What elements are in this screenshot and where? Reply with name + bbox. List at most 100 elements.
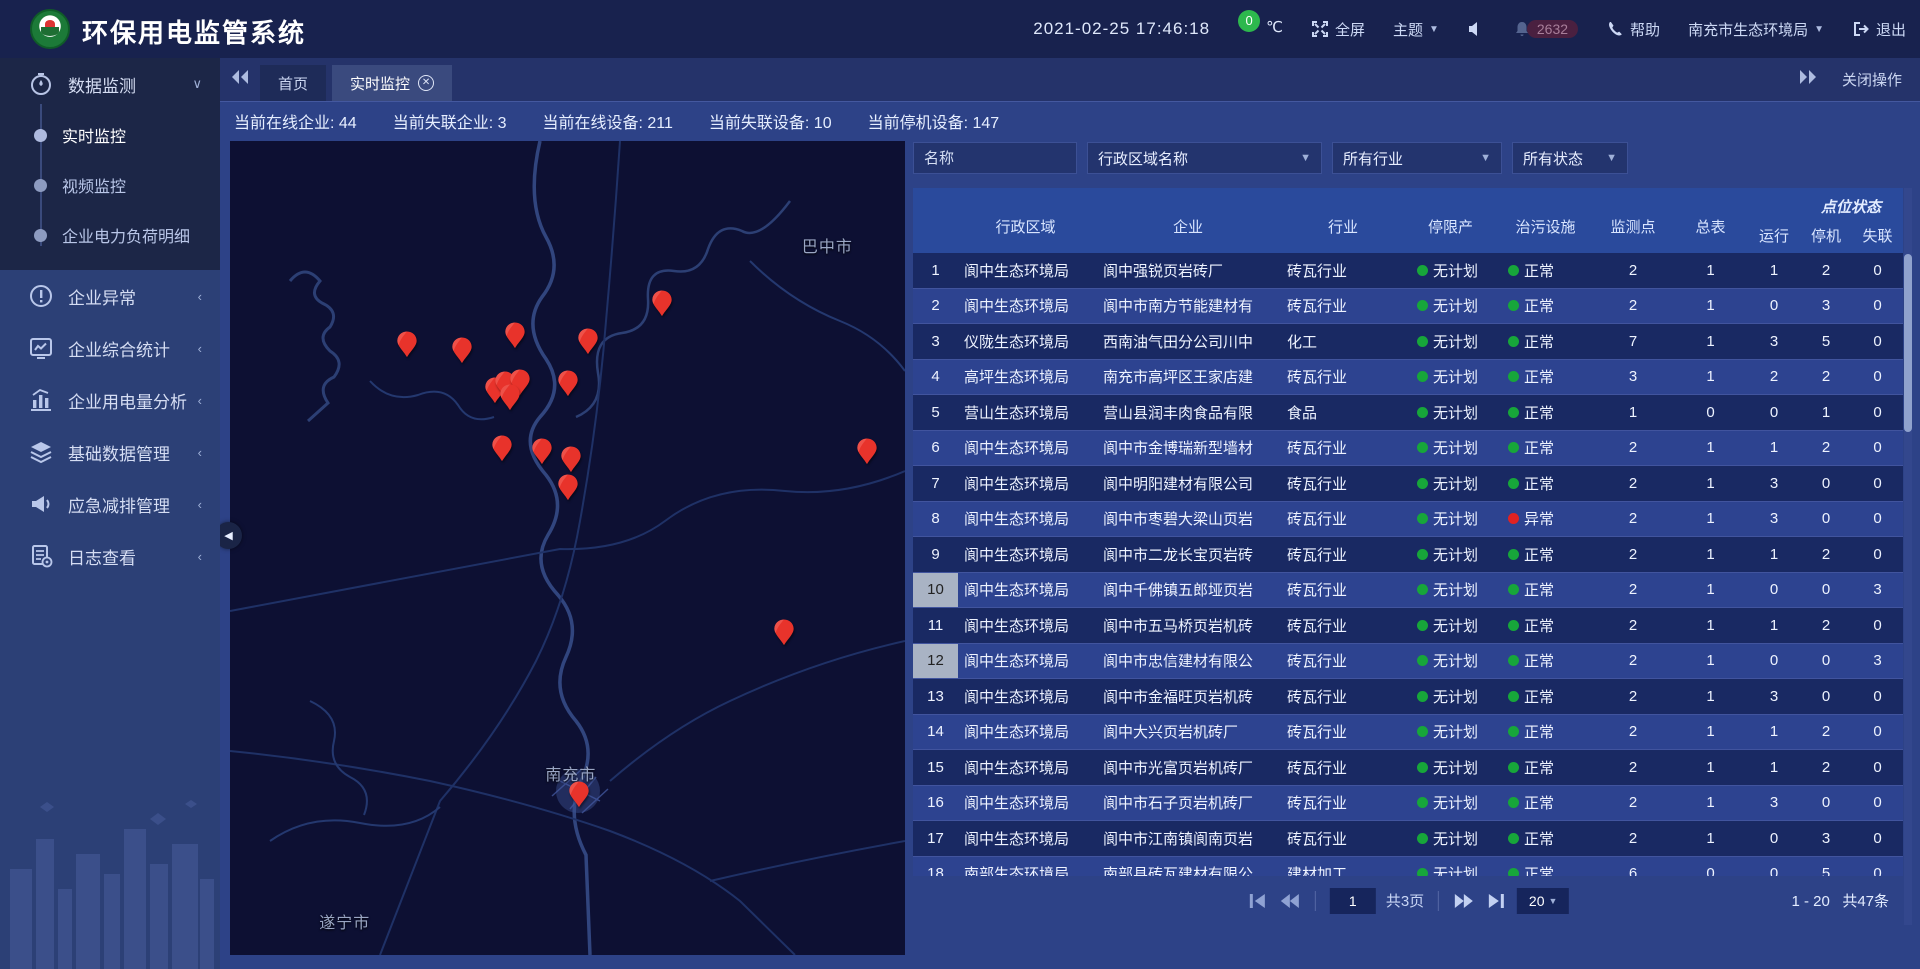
exit-button[interactable]: 退出 <box>1852 19 1906 40</box>
table-row[interactable]: 7阆中生态环境局阆中明阳建材有限公司砖瓦行业无计划正常21300 <box>913 466 1903 502</box>
tab-close-icon[interactable]: ✕ <box>418 75 434 91</box>
sidebar-item-1[interactable]: 企业异常‹ <box>0 270 220 322</box>
map-pin-1[interactable] <box>449 336 475 366</box>
map-city-label: 遂宁市 <box>319 909 370 933</box>
map-pin-0[interactable] <box>394 331 420 361</box>
notifications[interactable]: 2632 <box>1513 20 1578 38</box>
cell-company: 阆中市忠信建材有限公 <box>1093 650 1283 671</box>
scrollbar-thumb[interactable] <box>1904 254 1912 432</box>
cell-run: 3 <box>1748 794 1800 811</box>
cell-region: 阆中生态环境局 <box>958 473 1093 494</box>
next-page-button[interactable] <box>1453 893 1475 909</box>
tab-1[interactable]: 实时监控✕ <box>332 65 452 101</box>
status-dot-icon <box>1417 833 1428 844</box>
chevron-down-icon: ▼ <box>1429 24 1439 35</box>
table-row[interactable]: 8阆中生态环境局阆中市枣碧大梁山页岩砖瓦行业无计划异常21300 <box>913 502 1903 538</box>
help-button[interactable]: 帮助 <box>1606 19 1660 40</box>
map-pin-12[interactable] <box>558 446 584 476</box>
cell-industry: 砖瓦行业 <box>1283 792 1403 813</box>
table-row[interactable]: 3仪陇生态环境局西南油气田分公司川中化工无计划正常71350 <box>913 324 1903 360</box>
cell-limit-status: 无计划 <box>1403 366 1498 387</box>
region-filter-select[interactable]: 行政区域名称 ▼ <box>1087 142 1322 174</box>
map-panel[interactable]: 巴中市南充市遂宁市 <box>230 141 905 955</box>
table-row[interactable]: 17阆中生态环境局阆中市江南镇阆南页岩砖瓦行业无计划正常21030 <box>913 821 1903 857</box>
table-row[interactable]: 18南部生态环境局南部县砖瓦建材有限公建材加工无计划正常60050 <box>913 857 1903 877</box>
status-dot-icon <box>1417 336 1428 347</box>
map-pin-2[interactable] <box>502 322 528 352</box>
tabs-scroll-left-button[interactable] <box>220 57 260 101</box>
notification-count-badge: 2632 <box>1527 20 1578 38</box>
cell-lost: 3 <box>1852 652 1903 669</box>
cell-limit-status: 无计划 <box>1403 757 1498 778</box>
sidebar-item-5[interactable]: 应急减排管理‹ <box>0 478 220 530</box>
table-row[interactable]: 15阆中生态环境局阆中市光富页岩机砖厂砖瓦行业无计划正常21120 <box>913 750 1903 786</box>
cell-region: 阆中生态环境局 <box>958 792 1093 813</box>
map-pin-8[interactable] <box>497 384 523 414</box>
sidebar-item-6[interactable]: 日志查看‹ <box>0 530 220 582</box>
cell-limit-status: 无计划 <box>1403 508 1498 529</box>
map-pin-11[interactable] <box>529 437 555 467</box>
record-total-label: 共47条 <box>1842 893 1889 910</box>
page-size-select[interactable]: 20 ▼ <box>1517 888 1569 914</box>
map-pin-15[interactable] <box>771 618 797 648</box>
table-scrollbar[interactable] <box>1904 188 1912 925</box>
table-row[interactable]: 9阆中生态环境局阆中市二龙长宝页岩砖砖瓦行业无计划正常21120 <box>913 537 1903 573</box>
status-filter-select[interactable]: 所有状态 ▼ <box>1512 142 1628 174</box>
sound-button[interactable] <box>1467 20 1485 38</box>
cell-points: 2 <box>1593 759 1673 776</box>
theme-dropdown[interactable]: 主题 ▼ <box>1393 19 1439 40</box>
map-city-label: 巴中市 <box>802 233 853 257</box>
double-chevron-left-icon <box>230 69 250 90</box>
sidebar-item-0[interactable]: 数据监测∨ <box>0 58 220 110</box>
table-row[interactable]: 1阆中生态环境局阆中强锐页岩砖厂砖瓦行业无计划正常21120 <box>913 253 1903 289</box>
last-page-button[interactable] <box>1485 893 1507 909</box>
table-row[interactable]: 2阆中生态环境局阆中市南方节能建材有砖瓦行业无计划正常21030 <box>913 289 1903 325</box>
org-dropdown[interactable]: 南充市生态环境局 ▼ <box>1688 19 1824 40</box>
map-pin-14[interactable] <box>854 437 880 467</box>
cell-points: 2 <box>1593 830 1673 847</box>
table-row[interactable]: 10阆中生态环境局阆中千佛镇五郎垭页岩砖瓦行业无计划正常21003 <box>913 573 1903 609</box>
cell-facility-status: 正常 <box>1498 544 1593 565</box>
map-pin-10[interactable] <box>489 434 515 464</box>
map-pin-16[interactable] <box>566 780 592 810</box>
map-pin-9[interactable] <box>555 369 581 399</box>
table-row[interactable]: 4高坪生态环境局南充市高坪区王家店建砖瓦行业无计划正常31220 <box>913 360 1903 396</box>
cell-points: 1 <box>1593 404 1673 421</box>
cell-run: 1 <box>1748 617 1800 634</box>
map-pin-3[interactable] <box>575 327 601 357</box>
table-row[interactable]: 11阆中生态环境局阆中市五马桥页岩机砖砖瓦行业无计划正常21120 <box>913 608 1903 644</box>
cell-company: 阆中市江南镇阆南页岩 <box>1093 828 1283 849</box>
tabs-scroll-right-button[interactable] <box>1788 57 1828 101</box>
table-row[interactable]: 12阆中生态环境局阆中市忠信建材有限公砖瓦行业无计划正常21003 <box>913 644 1903 680</box>
map-pin-13[interactable] <box>555 473 581 503</box>
table-row[interactable]: 5营山生态环境局营山县润丰肉食品有限食品无计划正常10010 <box>913 395 1903 431</box>
sidebar-subitem-0-1[interactable]: 视频监控 <box>0 160 220 210</box>
cell-run: 1 <box>1748 759 1800 776</box>
chevron-down-icon: ▼ <box>1480 152 1491 164</box>
table-row[interactable]: 13阆中生态环境局阆中市金福旺页岩机砖砖瓦行业无计划正常21300 <box>913 679 1903 715</box>
prev-page-button[interactable] <box>1279 893 1301 909</box>
table-row[interactable]: 16阆中生态环境局阆中市石子页岩机砖厂砖瓦行业无计划正常21300 <box>913 786 1903 822</box>
sidebar-item-2[interactable]: 企业综合统计‹ <box>0 322 220 374</box>
tab-0[interactable]: 首页 <box>260 65 326 101</box>
sidebar-item-4[interactable]: 基础数据管理‹ <box>0 426 220 478</box>
enterprise-table: 行政区域 企业 行业 停限产 治污设施 监测点 总表 运行 停机 失联 点位状态… <box>913 188 1903 876</box>
sidebar-item-3[interactable]: 企业用电量分析‹ <box>0 374 220 426</box>
table-row[interactable]: 6阆中生态环境局阆中市金博瑞新型墙材砖瓦行业无计划正常21120 <box>913 431 1903 467</box>
page-number-input[interactable]: 1 <box>1330 888 1376 914</box>
cell-company: 阆中千佛镇五郎垭页岩 <box>1093 579 1283 600</box>
fullscreen-button[interactable]: 全屏 <box>1311 19 1365 40</box>
col-header-company: 企业 <box>1093 204 1283 237</box>
map-pin-4[interactable] <box>649 289 675 319</box>
cell-stop: 3 <box>1800 830 1852 847</box>
close-operations-button[interactable]: 关闭操作 <box>1842 69 1902 90</box>
org-label: 南充市生态环境局 <box>1688 19 1808 40</box>
name-filter-input[interactable] <box>913 142 1077 174</box>
cell-stop: 2 <box>1800 546 1852 563</box>
first-page-button[interactable] <box>1247 893 1269 909</box>
industry-filter-select[interactable]: 所有行业 ▼ <box>1332 142 1502 174</box>
sidebar-subitem-0-0[interactable]: 实时监控 <box>0 110 220 160</box>
table-row[interactable]: 14阆中生态环境局阆中大兴页岩机砖厂砖瓦行业无计划正常21120 <box>913 715 1903 751</box>
sidebar-subitem-0-2[interactable]: 企业电力负荷明细 <box>0 210 220 260</box>
cell-region: 阆中生态环境局 <box>958 615 1093 636</box>
